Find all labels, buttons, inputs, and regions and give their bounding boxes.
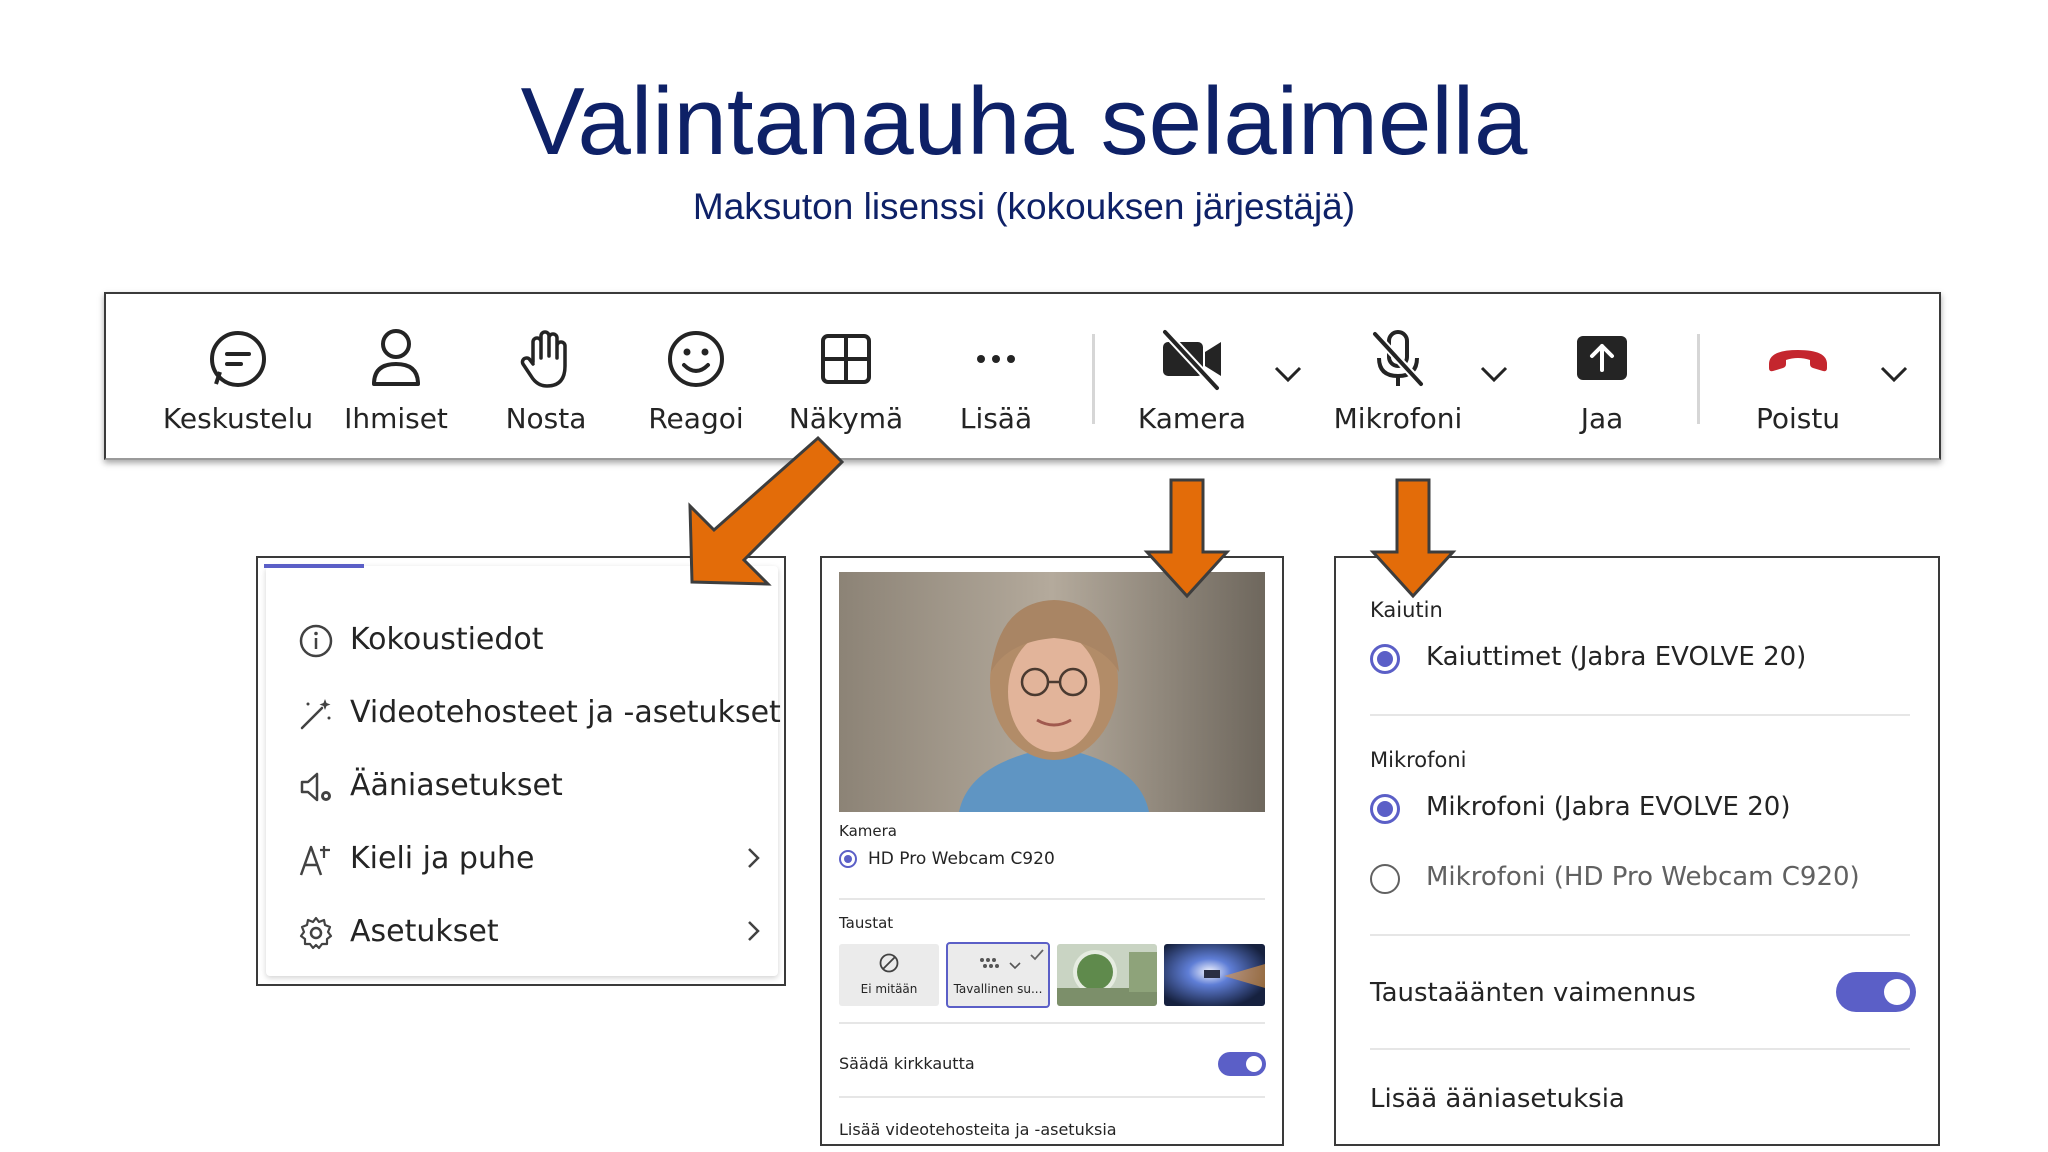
arrow-to-camera-panel bbox=[1143, 478, 1231, 599]
arrow-to-audio-panel bbox=[1369, 478, 1457, 599]
arrow-to-more-menu bbox=[688, 435, 845, 586]
annotation-arrows bbox=[688, 435, 1457, 599]
